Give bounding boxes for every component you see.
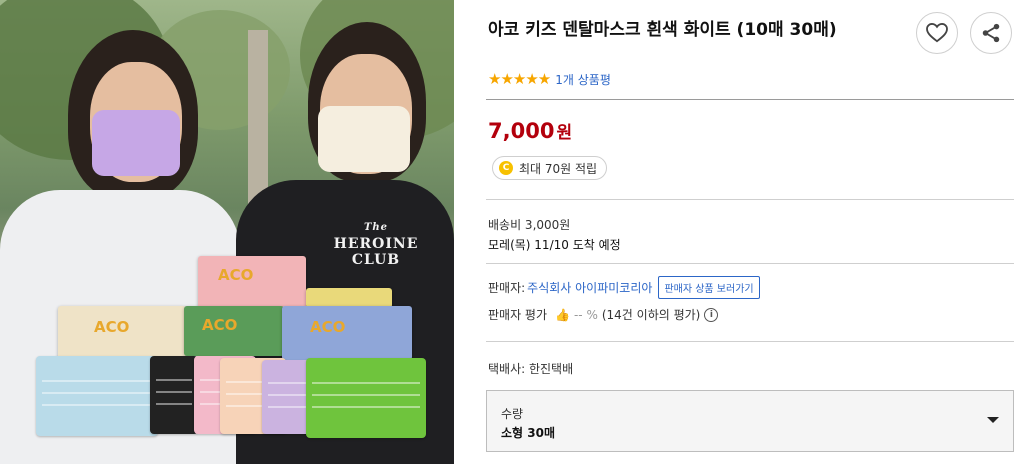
courier-row: 택배사: 한진택배 <box>488 360 573 377</box>
box-logo: ACO <box>202 316 238 334</box>
divider <box>486 263 1014 264</box>
mask-sample-lavender <box>262 360 312 434</box>
purple-mask <box>92 110 180 176</box>
price-value: 7,000 <box>488 119 555 143</box>
box-logo: ACO <box>94 318 130 336</box>
seller-rating-label: 판매자 평가 <box>488 308 548 322</box>
product-box <box>306 288 392 308</box>
courier-text: 택배사: 한진택배 <box>488 362 574 376</box>
shirt-print: The HEROINE CLUB <box>316 220 436 268</box>
mask-sample-green <box>306 358 426 438</box>
mask-sample-blue <box>36 356 158 436</box>
delivery-estimate: 모레(목) 11/10 도착 예정 <box>488 236 621 253</box>
heart-icon <box>926 23 948 43</box>
seller-label: 판매자: <box>488 281 526 295</box>
white-mask <box>318 106 410 172</box>
seller-rating-value: -- % <box>573 307 598 322</box>
product-box: ACO <box>184 306 284 356</box>
share-button[interactable] <box>970 12 1012 54</box>
quantity-option-select[interactable]: 수량 소형 30매 <box>486 390 1014 452</box>
price-unit: 원 <box>556 123 573 143</box>
product-box: ACO <box>282 306 412 360</box>
coin-icon: C <box>499 161 513 175</box>
divider <box>486 199 1014 200</box>
thumbs-up-icon: 👍 <box>555 307 570 322</box>
divider <box>486 341 1014 342</box>
rating-row: ★★★★★ 1개 상품평 <box>488 70 611 88</box>
review-count-link[interactable]: 1개 상품평 <box>555 71 611 88</box>
shirt-text-line: The <box>363 222 389 233</box>
reward-points-text: 최대 70원 적립 <box>519 161 598 176</box>
delivery-estimate-text: 모레(목) 11/10 도착 예정 <box>488 238 621 252</box>
product-image[interactable]: The HEROINE CLUB ACO ACO ACO ACO <box>0 0 454 464</box>
seller-rating-row: 판매자 평가 👍 -- % (14건 이하의 평가) i <box>488 306 719 323</box>
seller-name-link[interactable]: 주식회사 아이파미코리아 <box>527 279 652 296</box>
product-box: ACO <box>198 256 306 310</box>
option-label: 수량 <box>501 407 524 421</box>
shirt-text-line: HEROINE <box>333 236 419 252</box>
product-box: ACO <box>58 306 186 362</box>
info-icon[interactable]: i <box>704 307 719 322</box>
wishlist-button[interactable] <box>916 12 958 54</box>
option-selected-value: 소형 30매 <box>501 426 555 440</box>
shipping-fee-text: 배송비 3,000원 <box>488 218 571 232</box>
reward-points-badge: C 최대 70원 적립 <box>492 156 608 180</box>
box-logo: ACO <box>310 318 346 336</box>
box-logo: ACO <box>218 266 254 284</box>
seller-row: 판매자: 주식회사 아이파미코리아 판매자 상품 보러가기 <box>488 276 760 299</box>
share-icon <box>982 23 1000 43</box>
seller-store-button[interactable]: 판매자 상품 보러가기 <box>658 276 760 299</box>
shirt-text-line: CLUB <box>351 252 401 268</box>
chevron-down-icon <box>987 417 999 423</box>
mask-sample-black <box>150 356 198 434</box>
price: 7,000 원 <box>488 118 572 143</box>
star-rating: ★★★★★ <box>488 70 551 88</box>
product-info-panel: 아코 키즈 덴탈마스크 흰색 화이트 (10매 30매) ★★★★★ 1개 상품… <box>486 0 1016 464</box>
product-title: 아코 키즈 덴탈마스크 흰색 화이트 (10매 30매) <box>488 20 837 40</box>
shipping-fee: 배송비 3,000원 <box>488 216 570 233</box>
seller-rating-note: (14건 이하의 평가) <box>601 308 701 322</box>
divider <box>486 99 1014 100</box>
